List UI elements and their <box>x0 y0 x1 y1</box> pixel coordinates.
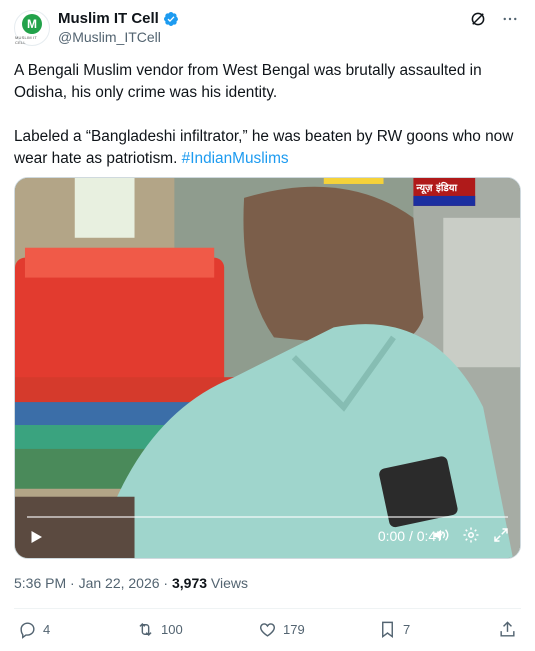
grok-icon[interactable] <box>467 8 489 30</box>
avatar-logo: M <box>22 13 42 34</box>
repost-button[interactable]: 100 <box>136 620 183 639</box>
verified-badge-icon <box>163 11 178 26</box>
like-button[interactable]: 179 <box>258 620 305 639</box>
channel-badge: न्यूज़ इंडिया <box>415 181 457 195</box>
video-frame: न्यूज़ इंडिया <box>15 178 520 558</box>
heart-icon <box>260 623 275 637</box>
handle[interactable]: @Muslim_ITCell <box>58 29 161 45</box>
reply-button[interactable]: 4 <box>18 620 50 639</box>
action-bar: 4 100 179 7 <box>14 618 521 646</box>
display-name[interactable]: Muslim IT Cell <box>58 10 159 27</box>
tweet-body: A Bengali Muslim vendor from West Bengal… <box>14 60 524 170</box>
video-controls: 0:00 / 0:47 <box>15 514 520 558</box>
name-row: Muslim IT Cell <box>58 10 179 27</box>
tweet-paragraph-2: Labeled a “Bangladeshi infiltrator,” he … <box>14 126 524 170</box>
divider <box>14 608 521 609</box>
bookmark-count: 7 <box>403 622 411 637</box>
settings-gear-icon[interactable] <box>462 526 480 544</box>
video-control-icons <box>432 526 510 544</box>
bookmark-button[interactable]: 7 <box>378 620 410 639</box>
repost-count: 100 <box>161 622 183 637</box>
timestamp[interactable]: 5:36 PM · Jan 22, 2026 · <box>14 575 172 591</box>
repost-icon <box>139 622 152 637</box>
reply-count: 4 <box>43 622 51 637</box>
views-label: Views <box>207 575 249 591</box>
volume-icon[interactable] <box>432 526 450 544</box>
share-icon <box>500 621 515 637</box>
like-count: 179 <box>283 622 305 637</box>
tweet-header: M MUSLIM IT CELL Muslim IT Cell @Muslim_… <box>14 8 521 48</box>
fullscreen-icon[interactable] <box>492 526 510 544</box>
bookmark-icon <box>382 621 393 639</box>
tweet-paragraph-1: A Bengali Muslim vendor from West Bengal… <box>14 62 482 101</box>
reply-icon <box>20 622 35 639</box>
avatar-caption: MUSLIM IT CELL <box>15 34 37 45</box>
avatar[interactable]: M MUSLIM IT CELL <box>14 10 50 46</box>
more-options-icon[interactable] <box>499 8 521 30</box>
play-icon[interactable] <box>27 528 45 546</box>
tweet-meta: 5:36 PM · Jan 22, 2026 · 3,973 Views <box>14 575 248 591</box>
views-count: 3,973 <box>171 575 208 591</box>
top-actions <box>467 8 521 30</box>
video-player[interactable]: न्यूज़ इंडिया 0:00 / 0:47 <box>14 177 521 559</box>
hashtag-link[interactable]: #IndianMuslims <box>182 150 289 167</box>
video-progress-bar[interactable] <box>27 516 508 518</box>
share-button[interactable] <box>498 620 517 639</box>
